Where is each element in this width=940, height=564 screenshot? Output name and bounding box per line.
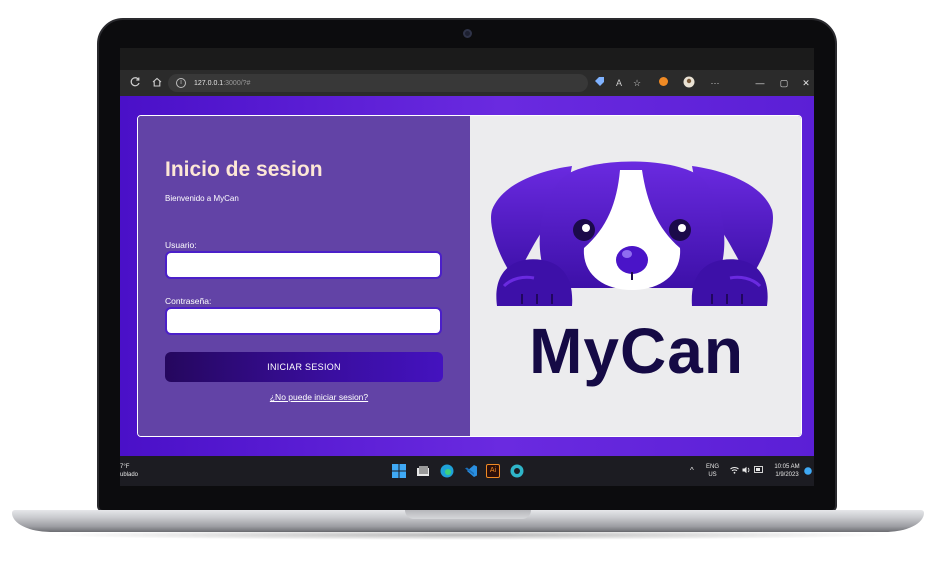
language-indicator[interactable]: ENG US <box>706 463 719 479</box>
username-input[interactable] <box>165 251 442 279</box>
weather-widget[interactable]: 7°F ublado <box>120 463 138 479</box>
page-viewport: Inicio de sesion Bienvenido a MyCan Usua… <box>120 96 814 456</box>
vscode-icon[interactable] <box>464 464 478 478</box>
login-title: Inicio de sesion <box>165 158 323 181</box>
site-info-icon[interactable]: i <box>176 78 186 88</box>
maximize-icon[interactable]: ▢ <box>776 76 792 90</box>
windows-taskbar: 7°F ublado Ai ^ ENG US 10:05 AM 1/9/2023 <box>120 456 814 486</box>
extension-icon[interactable] <box>656 76 670 90</box>
laptop-notch <box>405 510 531 519</box>
clock[interactable]: 10:05 AM 1/9/2023 <box>770 463 804 479</box>
more-icon[interactable]: ··· <box>708 76 722 90</box>
close-icon[interactable]: ✕ <box>798 76 814 90</box>
password-label: Contraseña: <box>165 296 212 306</box>
brand-panel: MyCan <box>470 116 801 436</box>
minimize-icon[interactable]: — <box>752 76 768 90</box>
refresh-icon[interactable] <box>128 76 142 90</box>
address-bar[interactable]: i 127.0.0.1 :3000/?# <box>168 74 588 92</box>
address-path: :3000/?# <box>223 79 251 87</box>
battery-icon[interactable] <box>754 466 764 475</box>
laptop-mockup: i 127.0.0.1 :3000/?# A ☆ ··· — ▢ ✕ Inici… <box>0 0 940 564</box>
login-card: Inicio de sesion Bienvenido a MyCan Usua… <box>137 115 802 437</box>
illustrator-icon[interactable]: Ai <box>486 464 500 478</box>
username-label: Usuario: <box>165 240 197 250</box>
wifi-icon[interactable] <box>730 466 739 476</box>
welcome-text: Bienvenido a MyCan <box>165 194 239 203</box>
file-explorer-icon[interactable] <box>416 464 430 478</box>
browser-tab-strip <box>120 48 814 70</box>
password-input[interactable] <box>165 307 442 335</box>
edge-icon[interactable] <box>440 464 454 478</box>
tag-icon[interactable] <box>592 76 606 90</box>
weather-desc: ublado <box>120 472 139 478</box>
screen: i 127.0.0.1 :3000/?# A ☆ ··· — ▢ ✕ Inici… <box>120 48 814 486</box>
language-label: ENG <box>706 464 720 470</box>
clock-time: 10:05 AM <box>774 464 800 470</box>
forgot-password-link[interactable]: ¿No puede iniciar sesion? <box>138 392 470 402</box>
dog-logo-icon <box>491 161 773 306</box>
login-button[interactable]: INICIAR SESION <box>165 352 443 382</box>
profile-icon[interactable] <box>682 76 696 90</box>
weather-temp: 7°F <box>120 464 130 470</box>
windows-start-icon[interactable] <box>392 464 406 478</box>
read-aloud-icon[interactable]: A <box>612 76 626 90</box>
notification-icon[interactable] <box>804 467 812 477</box>
webcam <box>463 29 472 38</box>
region-label: US <box>708 472 717 478</box>
home-icon[interactable] <box>150 76 164 90</box>
edge-dev-icon[interactable] <box>510 464 524 478</box>
brand-name: MyCan <box>529 315 744 387</box>
clock-date: 1/9/2023 <box>775 472 799 478</box>
volume-icon[interactable] <box>742 466 751 476</box>
browser-toolbar: i 127.0.0.1 :3000/?# A ☆ ··· — ▢ ✕ <box>120 70 814 96</box>
laptop-shadow <box>40 530 896 540</box>
tray-chevron-icon[interactable]: ^ <box>690 466 694 475</box>
favorite-icon[interactable]: ☆ <box>630 76 644 90</box>
login-panel: Inicio de sesion Bienvenido a MyCan Usua… <box>138 116 470 436</box>
address-host: 127.0.0.1 <box>194 79 224 87</box>
